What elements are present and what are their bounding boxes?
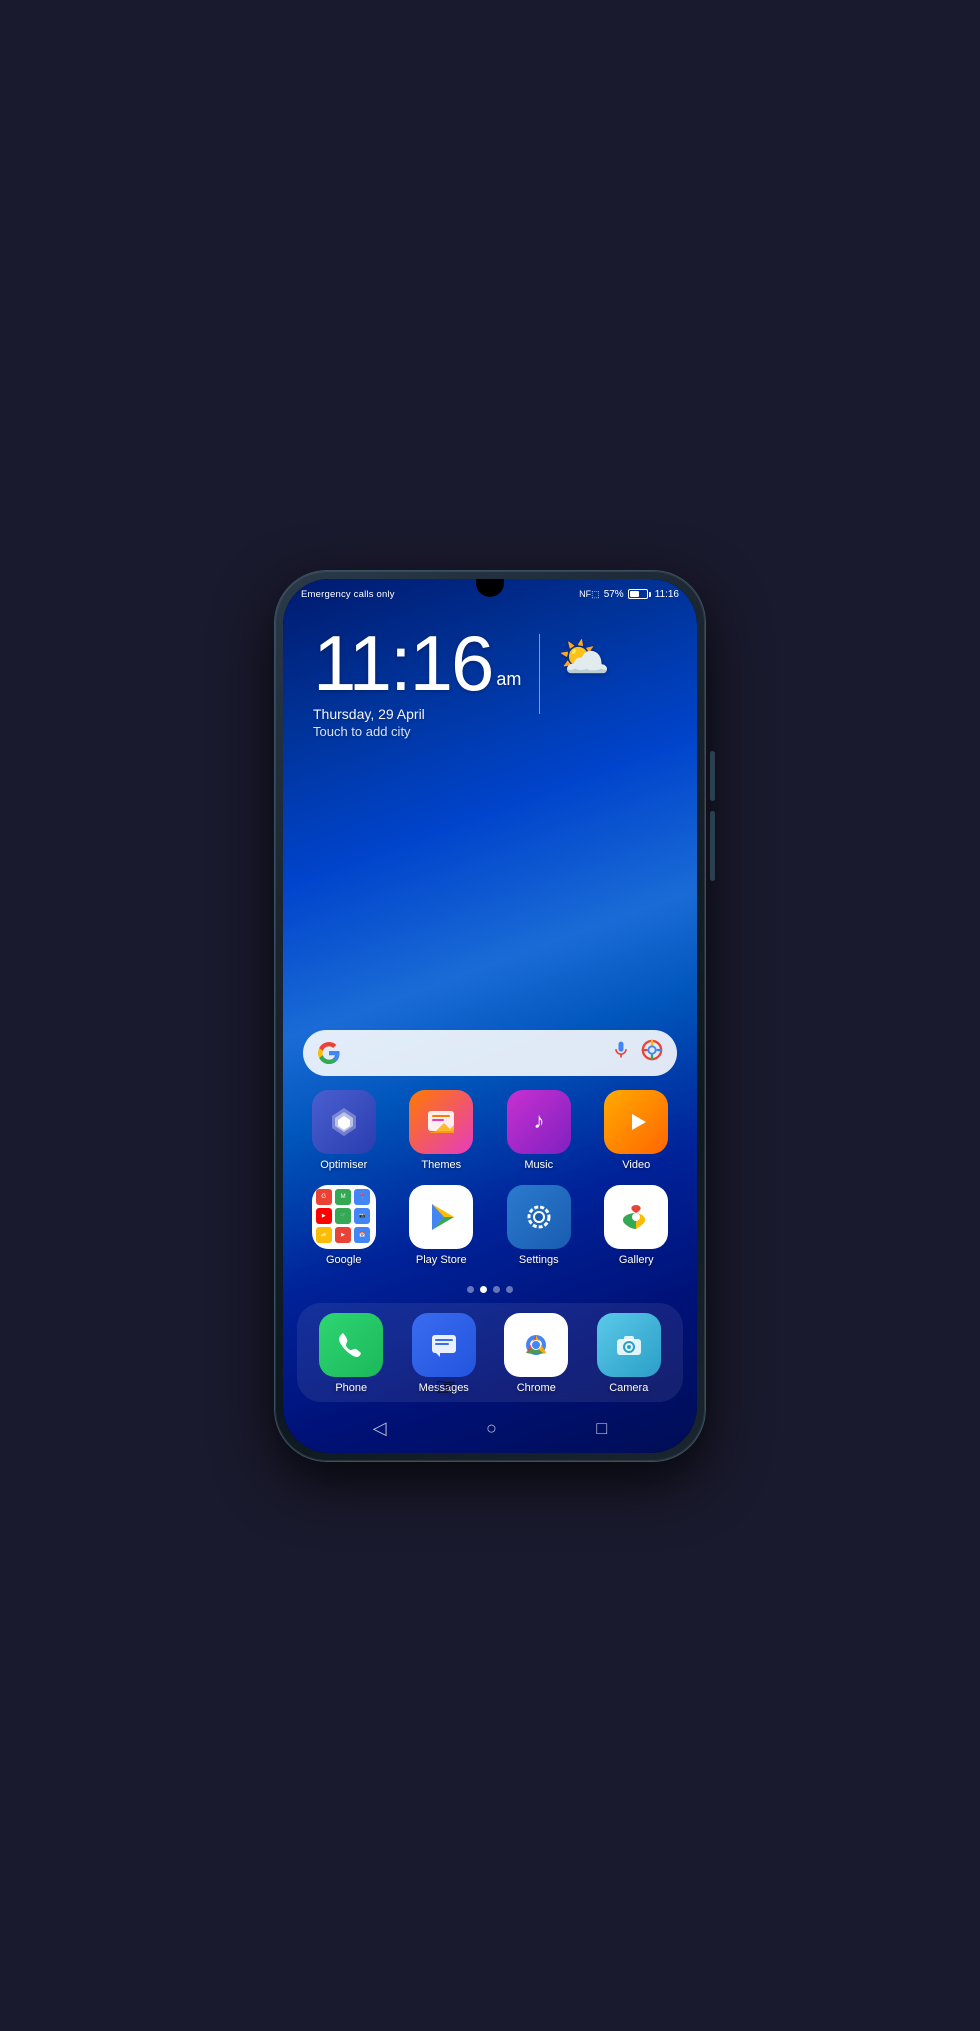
nav-back[interactable]: ◁ [373, 1418, 387, 1439]
nav-bar: ◁ ○ □ [283, 1410, 697, 1453]
apps-grid-row2: G M 📍 ▶ 🛒 📷 📁 ▶ 📅 Google [283, 1185, 697, 1280]
clock-subtitle: Touch to add city [313, 724, 521, 739]
clock-widget[interactable]: 11:16 am Thursday, 29 April Touch to add… [283, 604, 697, 749]
battery-icon [628, 589, 651, 599]
dock-camera-label: Camera [609, 1382, 648, 1394]
nfc-icon: NF⬚ [579, 589, 600, 600]
mic-icon[interactable] [611, 1040, 631, 1065]
phone-screen: Emergency calls only NF⬚ 57% 11:16 [283, 579, 697, 1453]
google-lens-icon[interactable] [641, 1039, 663, 1066]
nav-home[interactable]: ○ [486, 1418, 497, 1439]
dock-phone-label: Phone [335, 1382, 367, 1394]
clock-ampm: am [496, 669, 521, 690]
battery-percent: 57% [604, 589, 624, 600]
clock-time: 11:16 [313, 624, 492, 702]
apps-grid-row1: Optimiser Themes [283, 1090, 697, 1185]
nav-recents[interactable]: □ [596, 1418, 607, 1439]
dock-camera[interactable]: Camera [585, 1313, 674, 1394]
dock-chrome[interactable]: Chrome [492, 1313, 581, 1394]
app-google-label: Google [326, 1254, 361, 1266]
app-gallery-label: Gallery [619, 1254, 654, 1266]
app-optimiser-label: Optimiser [320, 1159, 367, 1171]
volume-up-button[interactable] [710, 751, 715, 801]
weather-widget[interactable]: ⛅ [558, 624, 610, 683]
app-themes-label: Themes [421, 1159, 461, 1171]
dot-3[interactable] [506, 1286, 513, 1293]
dock-phone[interactable]: Phone [307, 1313, 396, 1394]
app-gallery[interactable]: Gallery [590, 1185, 684, 1266]
app-settings-label: Settings [519, 1254, 559, 1266]
clock-status: 11:16 [655, 589, 679, 600]
dock: Phone ☞ Messages [297, 1303, 683, 1402]
clock-divider [539, 634, 540, 714]
dot-1[interactable] [480, 1286, 487, 1293]
app-settings[interactable]: Settings [492, 1185, 586, 1266]
app-themes[interactable]: Themes [395, 1090, 489, 1171]
app-google[interactable]: G M 📍 ▶ 🛒 📷 📁 ▶ 📅 Google [297, 1185, 391, 1266]
cursor-hand: ☞ [435, 1373, 457, 1402]
app-video[interactable]: Video [590, 1090, 684, 1171]
clock-date: Thursday, 29 April [313, 706, 521, 722]
app-optimiser[interactable]: Optimiser [297, 1090, 391, 1171]
google-search-bar[interactable] [303, 1030, 677, 1076]
dock-messages[interactable]: ☞ Messages [400, 1313, 489, 1394]
home-screen: Emergency calls only NF⬚ 57% 11:16 [283, 579, 697, 1453]
svg-text:♪: ♪ [533, 1108, 544, 1133]
search-container [283, 1030, 697, 1090]
emergency-text: Emergency calls only [301, 589, 395, 600]
app-playstore-label: Play Store [416, 1254, 467, 1266]
dock-chrome-label: Chrome [517, 1382, 556, 1394]
volume-down-button[interactable] [710, 811, 715, 881]
dot-0[interactable] [467, 1286, 474, 1293]
phone-frame: Emergency calls only NF⬚ 57% 11:16 [275, 571, 705, 1461]
app-playstore[interactable]: Play Store [395, 1185, 489, 1266]
app-music-label: Music [524, 1159, 553, 1171]
google-logo [317, 1041, 341, 1065]
status-icons: NF⬚ 57% 11:16 [579, 589, 679, 600]
dot-2[interactable] [493, 1286, 500, 1293]
app-video-label: Video [622, 1159, 650, 1171]
page-dots [283, 1280, 697, 1303]
app-music[interactable]: ♪ Music [492, 1090, 586, 1171]
weather-icon: ⛅ [558, 634, 610, 683]
